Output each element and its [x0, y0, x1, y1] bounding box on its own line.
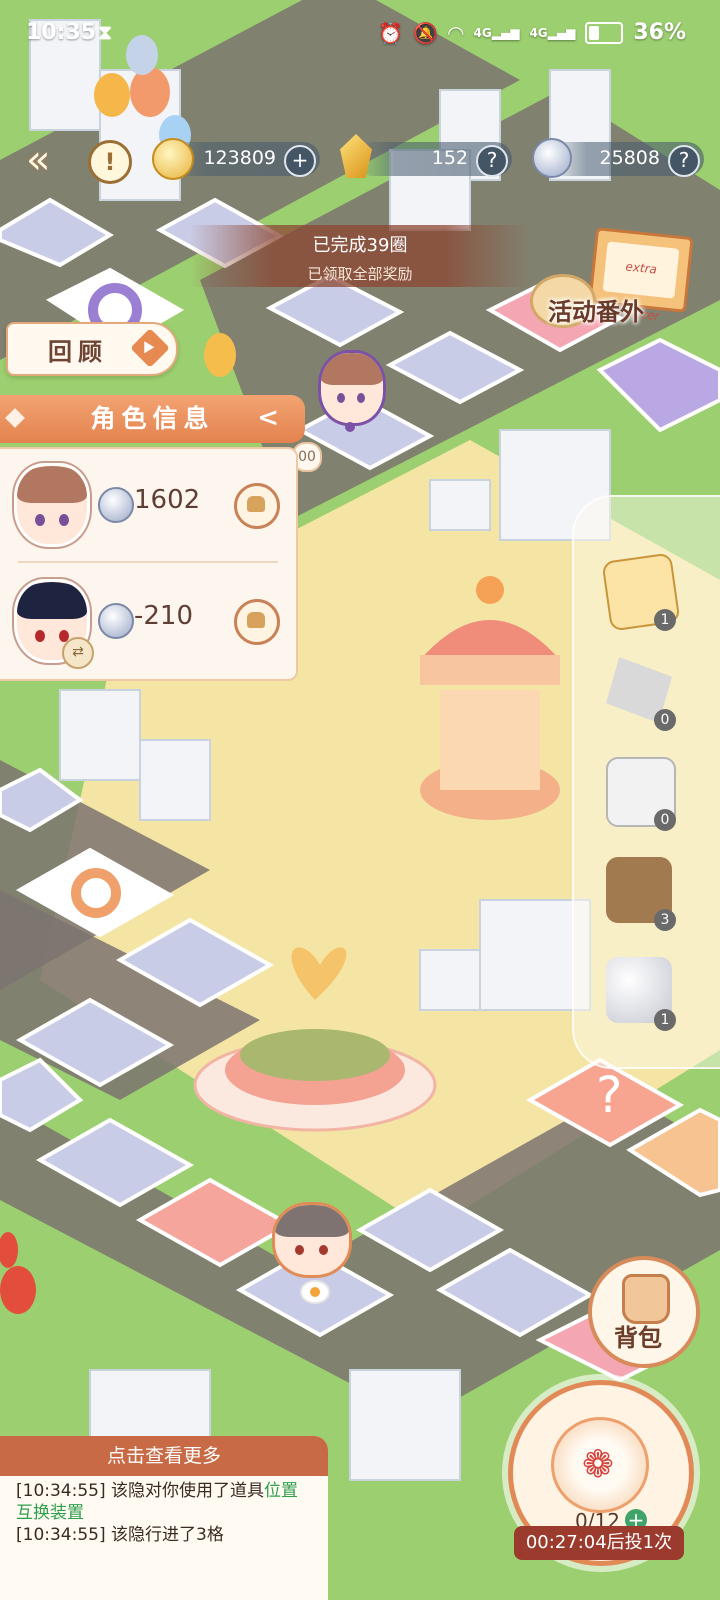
log-text: 该隐对你使用了道具	[111, 1481, 265, 1501]
roll-timer: 00:27:04后投1次	[514, 1526, 684, 1560]
log-highlight: 互换装置	[16, 1503, 84, 1523]
gem-value: 152	[431, 147, 468, 169]
silver-coin-icon	[98, 603, 134, 639]
event-extra-button[interactable]: extra chapter 活动番外	[530, 227, 710, 332]
back-button[interactable]: «	[26, 140, 72, 180]
add-coin-button[interactable]: +	[284, 145, 316, 177]
player-score: 1602	[134, 485, 201, 515]
backpack-label: 背包	[614, 1323, 662, 1352]
wifi-icon: ◠	[448, 20, 464, 45]
log-entry: [10:34:55] 该隐对你使用了道具位置 互换装置	[16, 1480, 316, 1524]
gem-counter: 152 ?	[340, 134, 512, 178]
silver-help-button[interactable]: ?	[668, 145, 700, 177]
item-dice[interactable]: 1	[601, 552, 681, 632]
player-avatar[interactable]	[14, 463, 90, 547]
warning-button[interactable]: !	[88, 140, 132, 184]
battery-icon	[585, 21, 624, 44]
avatar-eye	[35, 630, 45, 642]
item-count: 0	[654, 809, 676, 831]
opponent-score: -210	[134, 601, 194, 631]
collapse-chevron-icon[interactable]: <	[257, 403, 285, 433]
alarm-icon: ⏰	[378, 20, 404, 45]
log-highlight: 位置	[264, 1481, 299, 1501]
log-entry: [10:34:55] 该隐行进了3格	[16, 1524, 316, 1546]
log-time: [10:34:55]	[16, 1481, 106, 1501]
bag-icon[interactable]	[234, 599, 280, 645]
role-info-title: 角色信息	[90, 404, 215, 433]
backpack-button[interactable]: 背包	[588, 1256, 700, 1368]
coin-counter: 123809 +	[152, 138, 320, 180]
hourglass-icon: ⧗	[98, 20, 113, 44]
review-button[interactable]: 回顾	[6, 322, 178, 376]
lap-banner: 已完成39圈 已领取全部奖励	[190, 225, 530, 287]
silver-value: 25808	[599, 147, 660, 169]
gem-icon	[340, 134, 372, 178]
gem-help-button[interactable]: ?	[476, 145, 508, 177]
player-row: 1602	[0, 449, 296, 561]
opponent-pawn	[272, 1202, 352, 1282]
mute-icon: 🔕	[413, 20, 439, 45]
diamond-ornament-icon	[5, 408, 25, 428]
coin-icon	[152, 138, 194, 180]
silver-counter: 25808 ?	[532, 138, 704, 178]
review-label: 回顾	[48, 337, 108, 366]
log-text: 该隐行进了3格	[111, 1525, 224, 1545]
battery-percent: 36%	[633, 20, 686, 45]
signal-4g-icon: 4G▂▄▆	[473, 25, 520, 40]
item-count: 0	[654, 709, 676, 731]
role-info-panel: 角色信息 < 1602 ⇄ -210	[0, 395, 305, 681]
log-time: [10:34:55]	[16, 1525, 106, 1545]
divider	[18, 561, 278, 563]
backpack-icon	[622, 1274, 670, 1324]
coin-value: 123809	[203, 147, 276, 169]
log-more-button[interactable]: 点击查看更多	[0, 1436, 328, 1476]
fried-egg-icon	[300, 1280, 330, 1304]
event-extra-label: 活动番外	[548, 297, 644, 326]
role-info-header: 角色信息 <	[0, 395, 305, 443]
item-swap-device[interactable]: 0	[604, 655, 680, 731]
item-glove[interactable]: 0	[604, 755, 680, 831]
avatar-hair	[17, 466, 87, 504]
double-chevron-left-icon: «	[26, 137, 51, 183]
item-sidebar: 1 0 0 3 1	[572, 495, 720, 1069]
item-count: 3	[654, 909, 676, 931]
svg-text:?: ?	[596, 1066, 623, 1124]
item-snowball[interactable]: 1	[604, 955, 680, 1031]
status-time: 10:35	[26, 20, 97, 45]
laps-completed-text: 已完成39圈	[312, 235, 408, 256]
event-log-panel: 点击查看更多 [10:34:55] 该隐对你使用了道具位置 互换装置 [10:3…	[0, 1436, 328, 1600]
log-more-label: 点击查看更多	[106, 1445, 221, 1467]
silver-coin-icon	[532, 138, 572, 178]
role-info-body: 1602 ⇄ -210	[0, 447, 298, 681]
silver-coin-icon	[98, 487, 134, 523]
item-count: 1	[654, 609, 676, 631]
item-sack[interactable]: 3	[604, 855, 680, 931]
ticket-text: extra chapter	[602, 241, 680, 323]
opponent-row: ⇄ -210	[0, 565, 296, 677]
rewards-claimed-text: 已领取全部奖励	[307, 265, 413, 283]
player-pawn	[318, 350, 386, 432]
bag-icon[interactable]	[234, 483, 280, 529]
signal-4g-icon: 4G▂▄▆	[529, 25, 576, 40]
swap-icon: ⇄	[62, 637, 94, 669]
flower-icon: ❁	[582, 1442, 614, 1486]
item-count: 1	[654, 1009, 676, 1031]
roll-emblem: ❁	[551, 1417, 649, 1513]
play-arrow-icon	[130, 328, 170, 368]
resource-bar: « ! 123809 + 152 ? 25808 ?	[0, 132, 720, 188]
status-bar: 10:35 ⧗ ⏰ 🔕 ◠ 4G▂▄▆ 4G▂▄▆ 36%	[0, 0, 720, 70]
avatar-eye	[35, 514, 45, 526]
avatar-eye	[59, 514, 69, 526]
avatar-hair	[17, 582, 87, 620]
